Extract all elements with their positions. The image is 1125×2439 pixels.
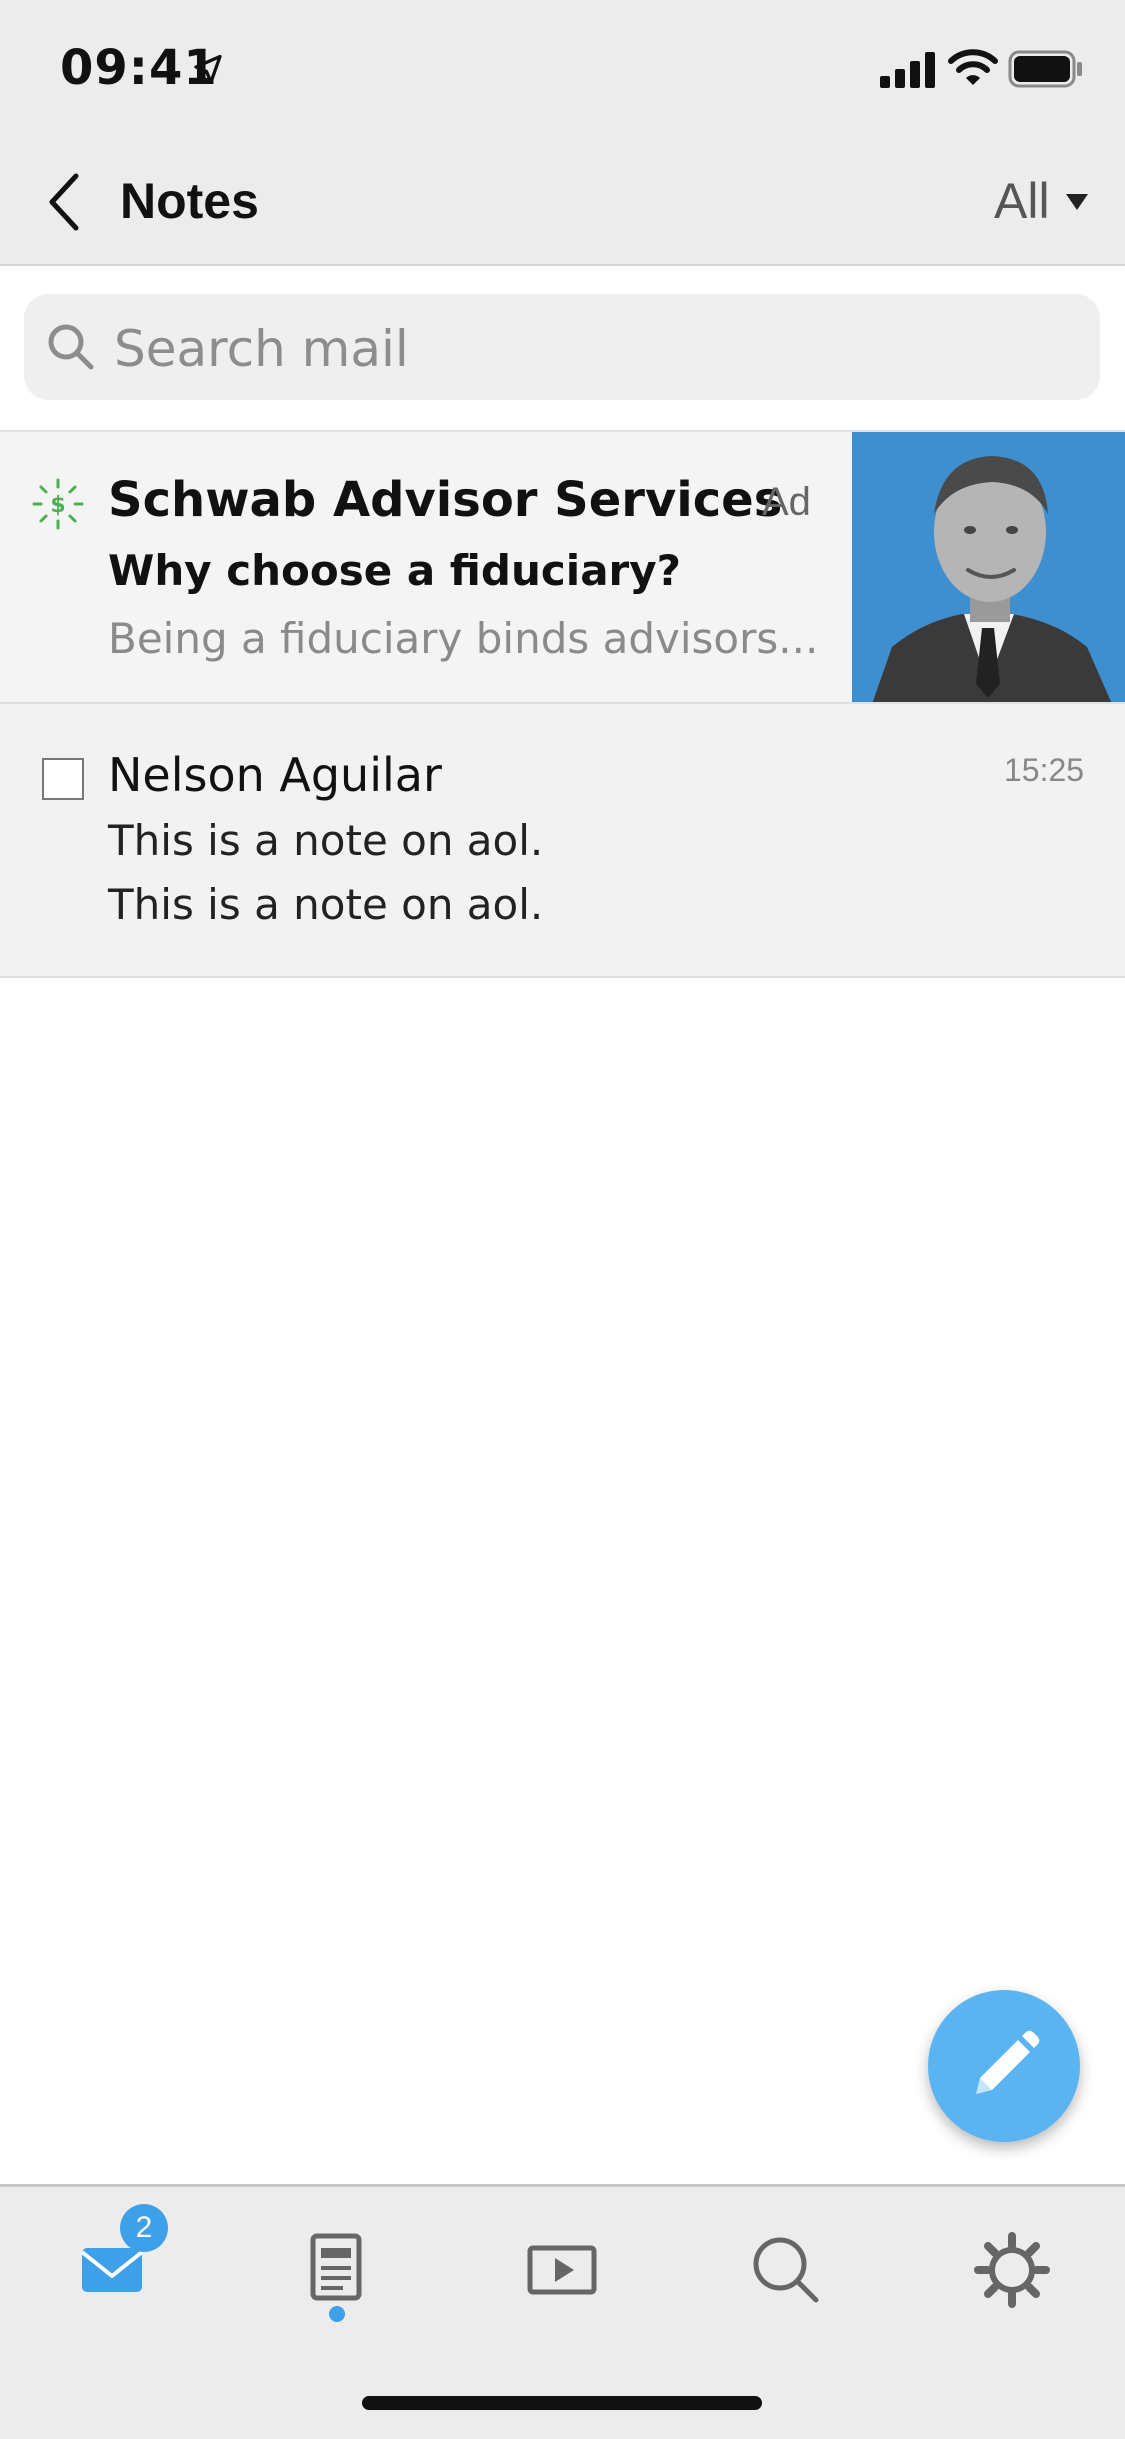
chevron-left-icon[interactable] bbox=[44, 170, 84, 234]
search-tab-icon[interactable] bbox=[736, 2220, 836, 2320]
pencil-icon bbox=[976, 2030, 1040, 2094]
caret-down-icon[interactable] bbox=[1066, 194, 1088, 210]
video-icon[interactable] bbox=[512, 2220, 612, 2320]
sponsor-dollar-icon: $ bbox=[32, 478, 84, 530]
ad-subject: Why choose a fiduciary? bbox=[108, 546, 681, 595]
settings-gear-icon[interactable] bbox=[962, 2220, 1062, 2320]
home-indicator[interactable] bbox=[362, 2396, 762, 2410]
active-tab-indicator bbox=[329, 2306, 345, 2322]
unread-count-badge: 2 bbox=[120, 2204, 168, 2252]
filter-dropdown[interactable]: All bbox=[994, 172, 1050, 230]
note-sender: Nelson Aguilar bbox=[108, 748, 442, 802]
ad-sender: Schwab Advisor Services bbox=[108, 472, 783, 528]
compose-button[interactable] bbox=[928, 1990, 1080, 2142]
ad-image[interactable] bbox=[852, 432, 1125, 704]
note-subject: This is a note on aol. bbox=[108, 816, 544, 865]
notes-icon[interactable] bbox=[286, 2220, 386, 2320]
note-preview: This is a note on aol. bbox=[108, 880, 544, 929]
search-placeholder[interactable]: Search mail bbox=[114, 320, 409, 378]
location-arrow-icon bbox=[194, 54, 222, 84]
search-icon bbox=[48, 324, 94, 370]
cellular-signal-icon bbox=[880, 52, 935, 88]
page-title: Notes bbox=[120, 173, 259, 229]
wifi-icon bbox=[948, 49, 998, 85]
select-checkbox[interactable] bbox=[42, 758, 84, 800]
ad-preview: Being a fiduciary binds advisors... bbox=[108, 614, 819, 663]
svg-text:$: $ bbox=[50, 493, 65, 518]
ad-badge: Ad bbox=[762, 480, 811, 524]
battery-icon bbox=[1008, 50, 1082, 88]
note-timestamp: 15:25 bbox=[1004, 752, 1085, 788]
